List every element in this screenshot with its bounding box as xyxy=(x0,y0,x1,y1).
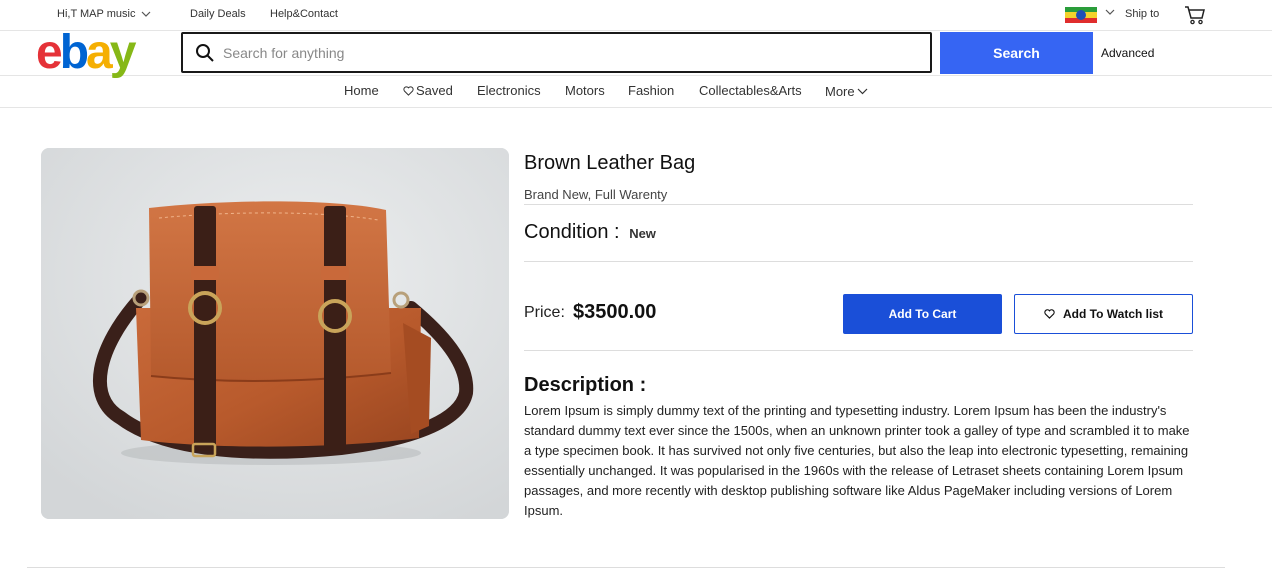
price-value: $3500.00 xyxy=(573,301,657,323)
ethiopia-flag-icon[interactable] xyxy=(1065,7,1097,23)
footer-divider xyxy=(27,567,1225,568)
divider xyxy=(524,204,1193,205)
product-title: Brown Leather Bag xyxy=(524,152,696,174)
greeting-text: Hi,T MAP music xyxy=(57,8,136,20)
nav-item-collectables-arts[interactable]: Collectables&Arts xyxy=(699,83,802,98)
nav-item-label: Electronics xyxy=(477,83,541,98)
nav-item-saved[interactable]: Saved xyxy=(403,83,453,98)
product-subtitle: Brand New, Full Warenty xyxy=(524,187,668,202)
search-input[interactable] xyxy=(223,44,903,61)
help-contact-link[interactable]: Help&Contact xyxy=(270,8,338,20)
category-nav: Home Saved Electronics Motors Fashion Co… xyxy=(0,76,1272,108)
description-title: Description : xyxy=(524,374,647,396)
nav-item-label: More xyxy=(825,84,855,99)
shopping-cart-icon[interactable] xyxy=(1184,5,1206,30)
condition-value: New xyxy=(629,226,656,241)
logo-letter: b xyxy=(59,26,89,79)
heart-icon xyxy=(1044,309,1055,319)
nav-item-label: Fashion xyxy=(628,83,675,98)
description-text: Lorem Ipsum is simply dummy text of the … xyxy=(524,403,1190,518)
condition-label: Condition : xyxy=(524,221,620,243)
price-label: Price: xyxy=(524,304,565,321)
site-header: ebay Search Advanced xyxy=(0,29,1272,77)
watchlist-label: Add To Watch list xyxy=(1063,307,1163,321)
nav-item-fashion[interactable]: Fashion xyxy=(628,83,674,98)
divider xyxy=(524,350,1193,351)
nav-item-electronics[interactable]: Electronics xyxy=(477,83,541,98)
product-image xyxy=(41,148,509,519)
add-to-cart-button[interactable]: Add To Cart xyxy=(843,294,1002,334)
advanced-search-link[interactable]: Advanced xyxy=(1101,46,1154,60)
chevron-down-icon xyxy=(142,11,151,17)
chevron-down-icon[interactable] xyxy=(1105,6,1115,18)
search-icon xyxy=(196,43,214,62)
search-bar xyxy=(181,32,932,73)
logo-letter: a xyxy=(86,26,113,79)
search-button[interactable]: Search xyxy=(940,32,1093,74)
ship-to-link[interactable]: Ship to xyxy=(1125,8,1159,20)
chevron-down-icon xyxy=(857,88,868,95)
heart-icon xyxy=(403,85,414,96)
greeting-menu[interactable]: Hi,T MAP music xyxy=(57,8,151,20)
add-to-watchlist-button[interactable]: Add To Watch list xyxy=(1014,294,1193,334)
ebay-logo[interactable]: ebay xyxy=(36,29,136,77)
nav-item-label: Saved xyxy=(416,83,453,98)
top-utility-bar: Hi,T MAP music Daily Deals Help&Contact … xyxy=(0,0,1272,31)
daily-deals-link[interactable]: Daily Deals xyxy=(190,8,246,20)
nav-item-more[interactable]: More xyxy=(825,84,868,99)
nav-item-motors[interactable]: Motors xyxy=(565,83,605,98)
logo-letter: y xyxy=(109,26,137,79)
logo-letter: e xyxy=(36,26,63,79)
nav-item-home[interactable]: Home xyxy=(344,83,379,98)
condition-row: Condition : New xyxy=(524,221,656,244)
nav-item-label: Home xyxy=(344,83,379,98)
nav-item-label: Collectables&Arts xyxy=(699,83,802,98)
divider xyxy=(524,261,1193,262)
nav-item-label: Motors xyxy=(565,83,605,98)
